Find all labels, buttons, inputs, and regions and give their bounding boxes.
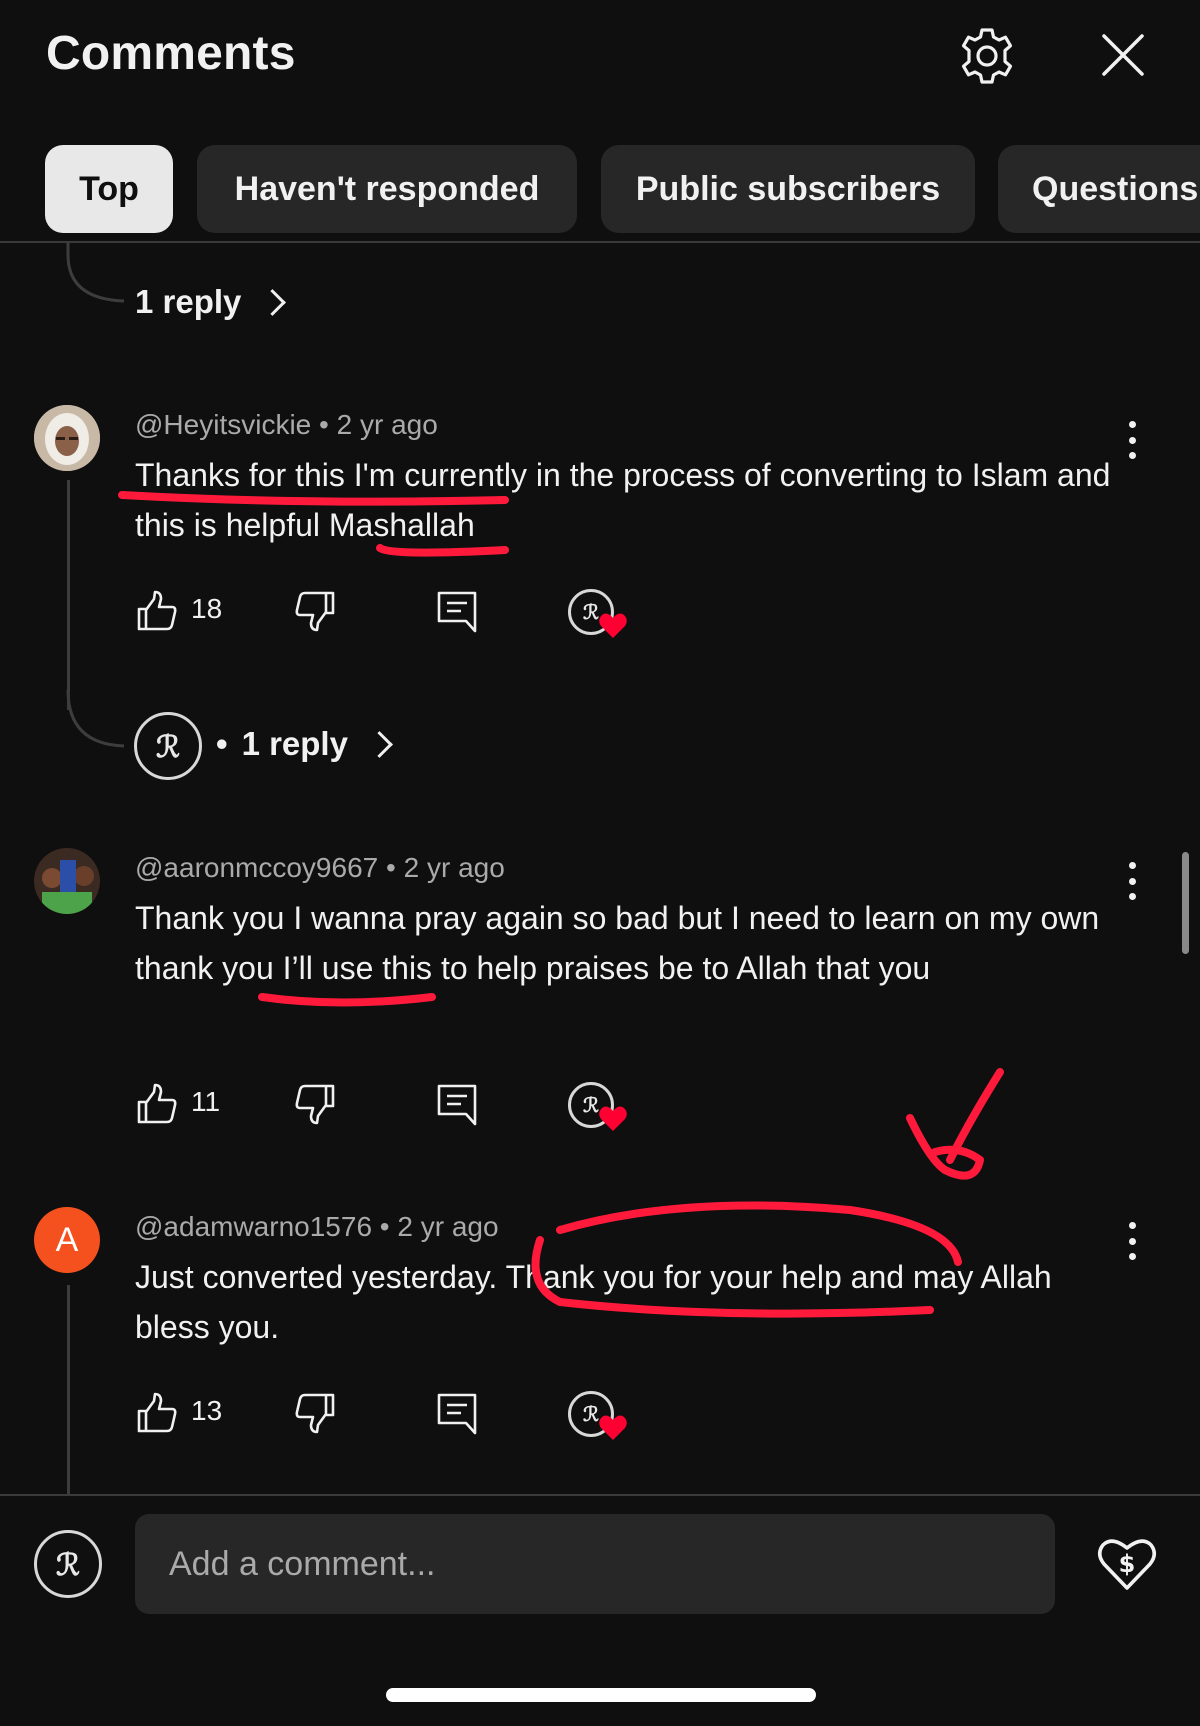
- comment-author[interactable]: @aaronmccoy9667: [135, 852, 378, 883]
- svg-text:ℛ: ℛ: [56, 1548, 80, 1583]
- creator-heart-icon[interactable]: [598, 1414, 628, 1442]
- meta-separator: •: [216, 725, 228, 762]
- underline-mark: [258, 993, 436, 1007]
- thread-line: [67, 480, 70, 710]
- svg-text:ℛ: ℛ: [583, 1093, 599, 1117]
- like-count: 11: [191, 1086, 221, 1117]
- replies-label: 1 reply: [241, 725, 348, 762]
- meta-separator: •: [319, 409, 337, 440]
- page-title: Comments: [46, 27, 296, 80]
- composer-divider: [0, 1494, 1200, 1496]
- own-avatar[interactable]: ℛ: [34, 1530, 102, 1598]
- comment-author[interactable]: @Heyitsvickie: [135, 409, 311, 440]
- thumbs-down-icon[interactable]: [293, 1391, 337, 1435]
- chevron-right-icon: [366, 730, 393, 758]
- meta-separator: •: [379, 1211, 398, 1242]
- thumbs-up-icon[interactable]: [135, 589, 179, 633]
- comment-meta: @adamwarno1576 • 2 yr ago: [135, 1211, 499, 1243]
- svg-text:ℛ: ℛ: [583, 600, 599, 624]
- thumbs-up-icon[interactable]: [135, 1391, 179, 1435]
- comment-meta: @aaronmccoy9667 • 2 yr ago: [135, 852, 505, 884]
- home-indicator[interactable]: [386, 1688, 816, 1702]
- avatar-adamwarno1576[interactable]: A: [34, 1207, 100, 1273]
- thumbs-up-icon[interactable]: [135, 1082, 179, 1126]
- like-count: 18: [191, 593, 223, 624]
- comment-timestamp: 2 yr ago: [336, 409, 438, 440]
- more-vert-icon[interactable]: [1120, 415, 1144, 465]
- svg-text:ℛ: ℛ: [583, 1402, 599, 1426]
- filter-chip-top[interactable]: Top: [45, 145, 173, 233]
- super-thanks-heart-dollar-icon[interactable]: $: [1096, 1532, 1158, 1594]
- thread-connector: [0, 243, 140, 316]
- meta-separator: •: [386, 852, 404, 883]
- add-comment-input[interactable]: [135, 1514, 1055, 1614]
- scrollbar-thumb[interactable]: [1182, 852, 1189, 954]
- settings-gear-icon[interactable]: [955, 24, 1019, 88]
- replies-label: 1 reply: [135, 283, 242, 320]
- creator-reply-avatar[interactable]: ℛ: [134, 712, 202, 780]
- checkmark-mark: [906, 1068, 1004, 1180]
- reply-comment-icon[interactable]: [435, 589, 479, 633]
- filter-chip-questions[interactable]: Questions: [998, 145, 1200, 233]
- comment-text: Thanks for this I'm currently in the pro…: [135, 457, 1111, 543]
- comment-composer[interactable]: [135, 1514, 1055, 1614]
- avatar-aaronmccoy9667[interactable]: [34, 848, 100, 914]
- svg-text:$: $: [1119, 1550, 1136, 1578]
- thumbs-down-icon[interactable]: [293, 1082, 337, 1126]
- replies-link[interactable]: • 1 reply: [216, 725, 393, 763]
- comment-meta: @Heyitsvickie • 2 yr ago: [135, 409, 438, 441]
- comment-timestamp: 2 yr ago: [403, 852, 505, 883]
- comment-author[interactable]: @adamwarno1576: [135, 1211, 372, 1242]
- comment-text: Thank you I wanna pray again so bad but …: [135, 900, 1100, 986]
- chevron-right-icon: [259, 288, 287, 316]
- comment-timestamp: 2 yr ago: [397, 1211, 499, 1242]
- close-x-icon[interactable]: [1098, 30, 1148, 80]
- reply-comment-icon[interactable]: [435, 1082, 479, 1126]
- svg-text:ℛ: ℛ: [156, 730, 180, 765]
- like-count: 13: [191, 1395, 223, 1426]
- tabs-divider: [0, 241, 1200, 243]
- more-vert-icon[interactable]: [1120, 1216, 1144, 1266]
- more-vert-icon[interactable]: [1120, 856, 1144, 906]
- thumbs-down-icon[interactable]: [293, 589, 337, 633]
- thread-connector: [0, 689, 140, 755]
- creator-heart-icon[interactable]: [598, 1105, 628, 1133]
- creator-heart-icon[interactable]: [598, 612, 628, 640]
- filter-chip-public-subscribers[interactable]: Public subscribers: [601, 145, 975, 233]
- filter-chip-havent-responded[interactable]: Haven't responded: [197, 145, 577, 233]
- replies-link[interactable]: 1 reply: [135, 283, 287, 321]
- reply-comment-icon[interactable]: [435, 1391, 479, 1435]
- comment-text: Just converted yesterday. Thank you for …: [135, 1259, 1052, 1345]
- thread-line: [67, 1285, 70, 1495]
- avatar-heyitsvickie[interactable]: [34, 405, 100, 471]
